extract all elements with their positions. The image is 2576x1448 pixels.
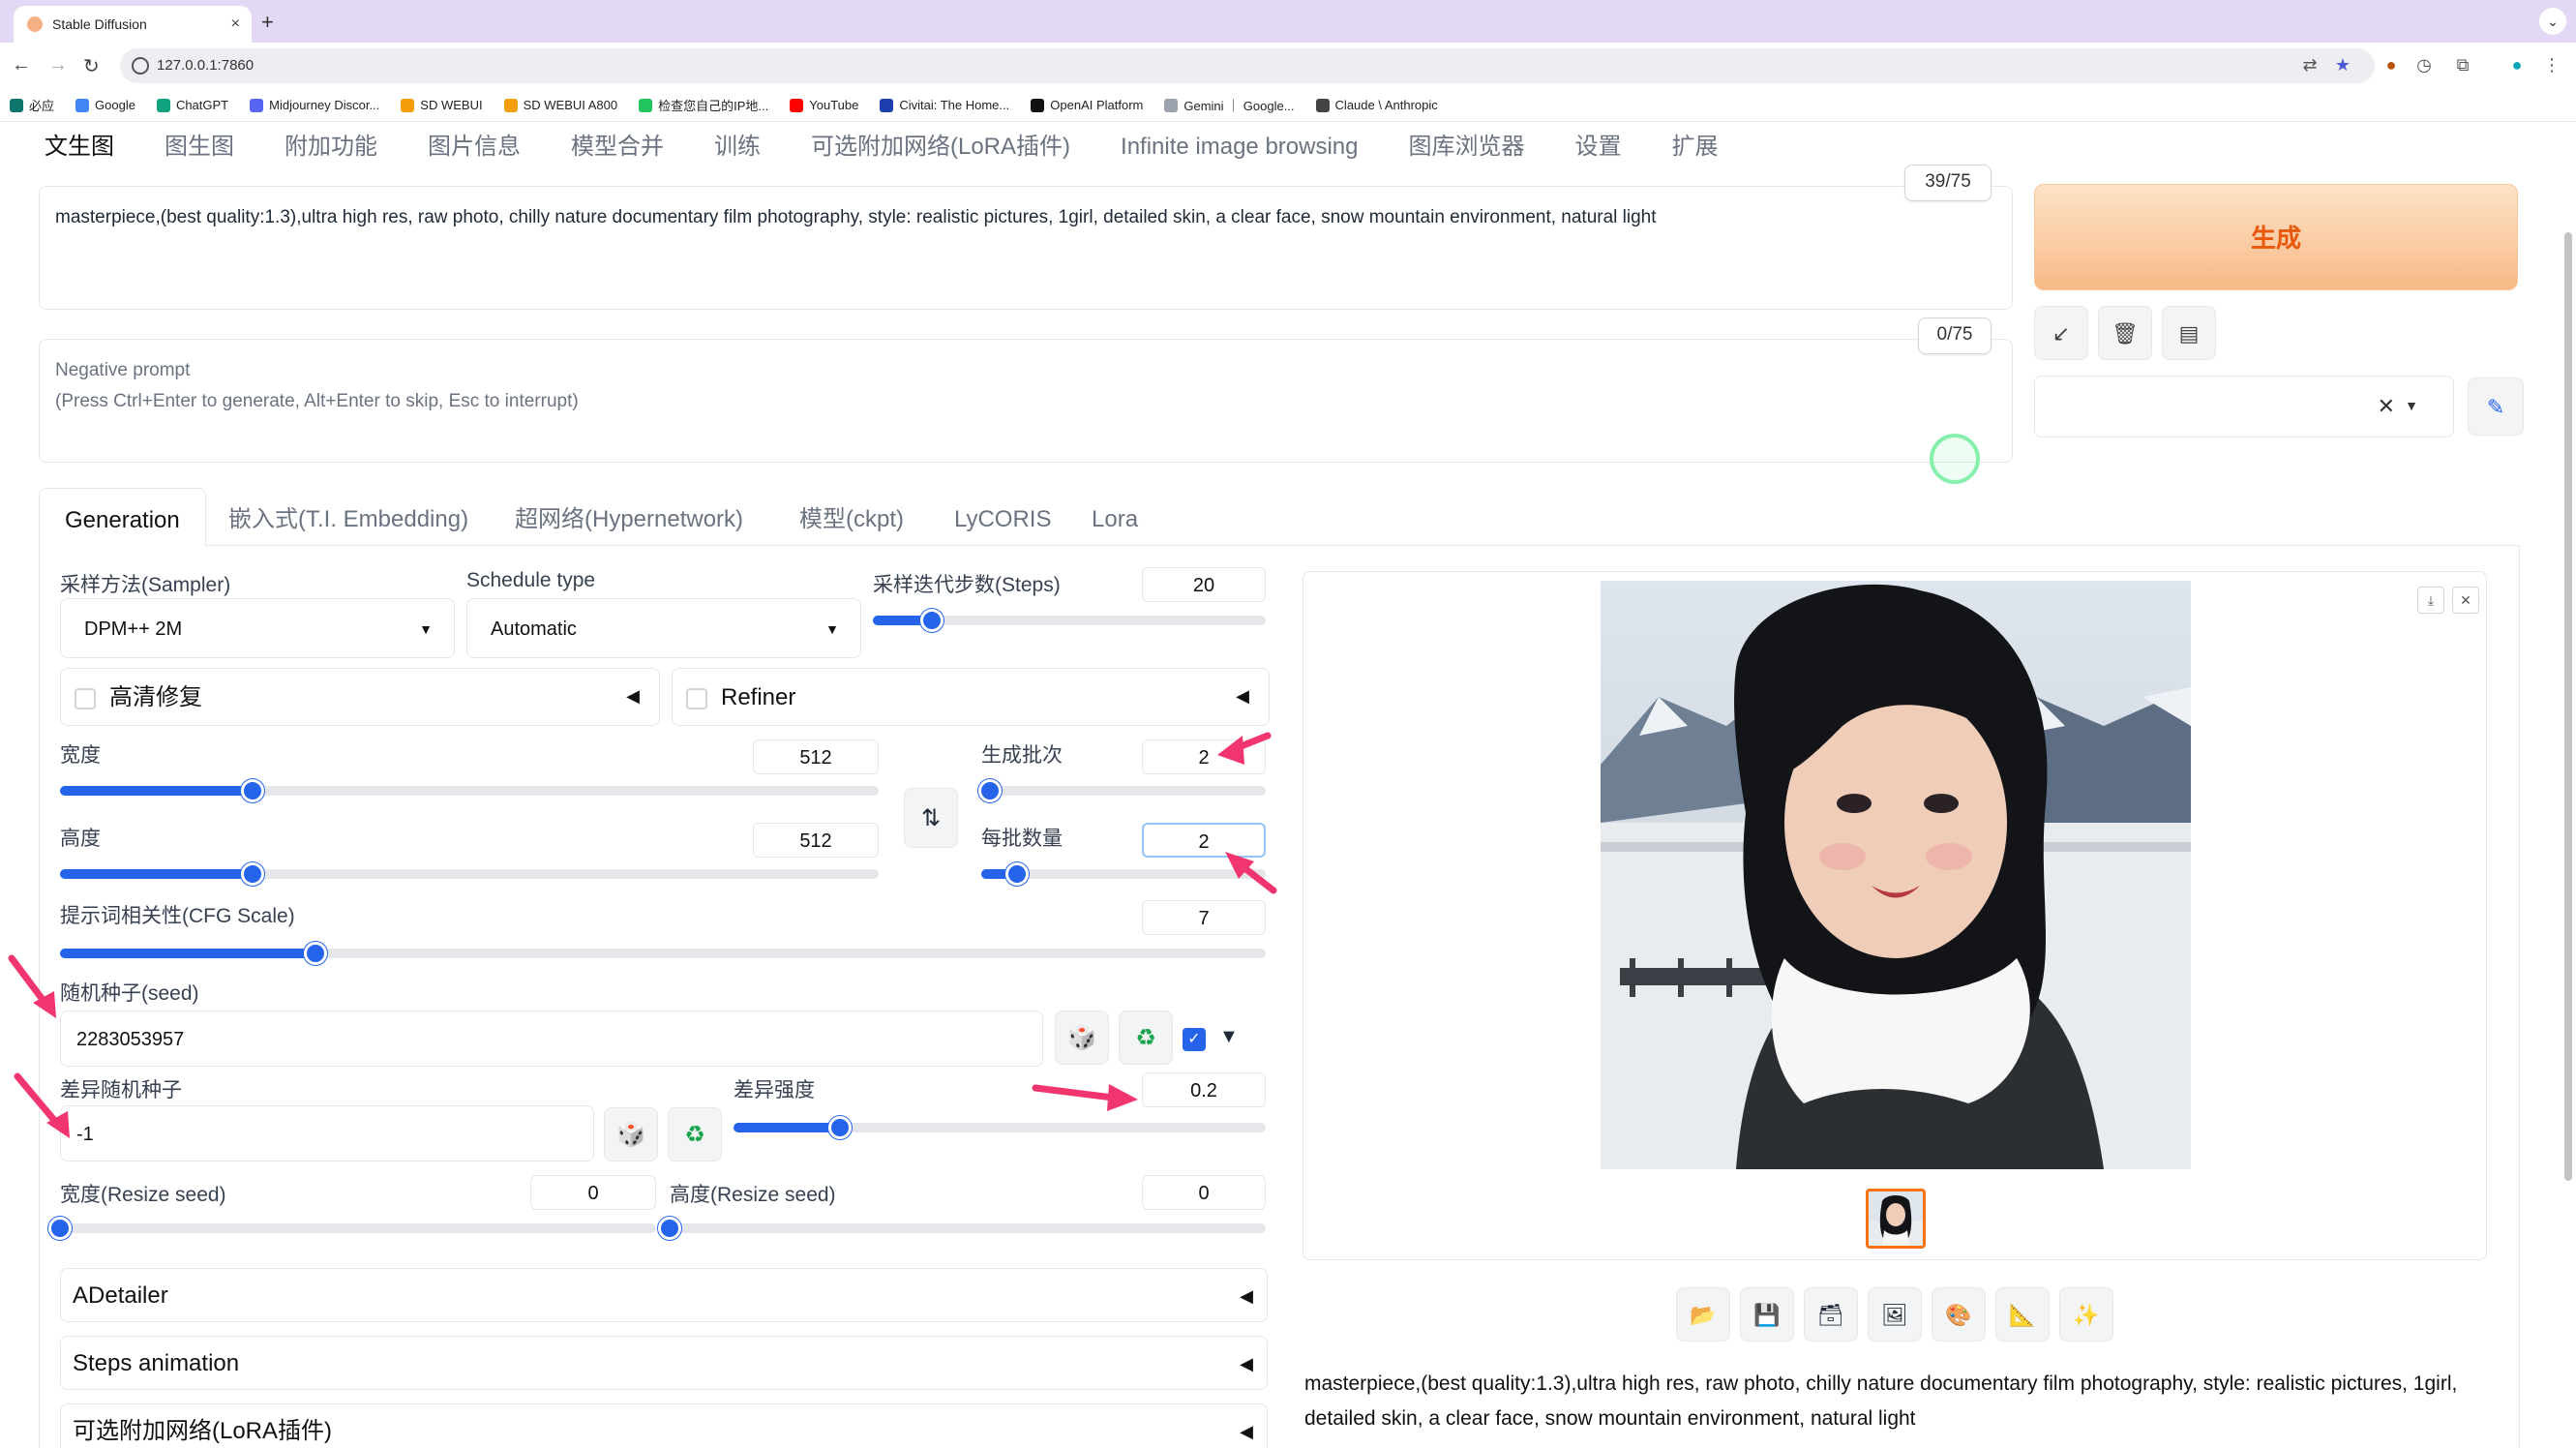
annotation-arrows [8, 732, 1277, 1138]
app-root: Stable Diffusion × + ⌄ ← → ↻ 127.0.0.1:7… [0, 0, 2576, 1448]
arrow-seed [8, 954, 50, 1009]
arrow-variation-strength [1032, 1084, 1117, 1101]
arrow-variation-seed [14, 1072, 62, 1129]
